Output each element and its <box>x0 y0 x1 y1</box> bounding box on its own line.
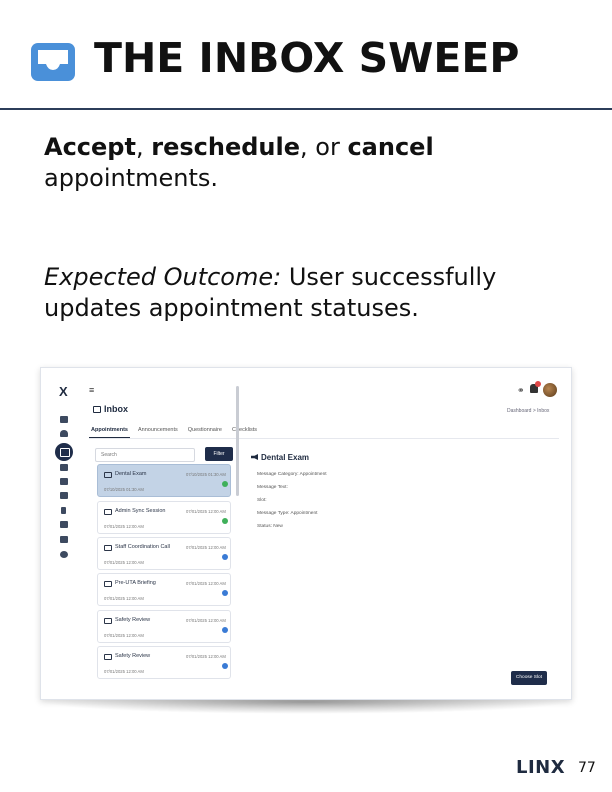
outcome-label: Expected Outcome: <box>44 263 282 291</box>
link-icon[interactable]: ⚭ <box>517 385 525 396</box>
expected-outcome: Expected Outcome: User successfully upda… <box>44 262 584 324</box>
hamburger-menu-icon[interactable]: ≡ <box>89 385 94 395</box>
filter-button[interactable]: Filter <box>205 447 233 461</box>
tab-checklists[interactable]: Checklists <box>230 424 259 438</box>
user-icon[interactable] <box>60 430 68 437</box>
status-done-icon <box>222 481 228 487</box>
sidebar-rail: X <box>41 368 87 699</box>
lead-accept: Accept <box>44 133 136 161</box>
inbox-title-label: Inbox <box>104 404 128 414</box>
status-pending-icon <box>222 627 228 633</box>
calendar-icon[interactable] <box>60 492 68 499</box>
inbox-icon <box>104 618 112 624</box>
tab-label: Appointments <box>91 427 128 433</box>
card-date: 07/01/2025 12:00 AM <box>186 545 226 550</box>
inbox-icon <box>104 581 112 587</box>
card-title: Safety Review <box>115 617 151 623</box>
tab-label: Questionnaire <box>187 427 222 433</box>
list-item[interactable]: Pre-UTA Briefing 07/01/2025 12:00 AM 07/… <box>97 573 231 606</box>
inbox-icon <box>104 472 112 478</box>
app-screenshot: X ≡ ⚭ Inbox Dashboard > Inbox Appointmen… <box>40 367 572 700</box>
lead-cancel: cancel <box>347 133 434 161</box>
list-item[interactable]: Staff Coordination Call 07/01/2025 12:00… <box>97 537 231 570</box>
inbox-tray-icon <box>31 43 75 81</box>
lead-sep2: , or <box>300 133 348 161</box>
detail-status: Status: New <box>257 524 283 529</box>
tab-bar: Appointments Announcements Questionnaire… <box>89 424 259 438</box>
lightning-icon[interactable] <box>61 507 66 514</box>
detail-category: Message Category: Appointment <box>257 472 327 477</box>
card-time: 07/01/2025 12:00 AM <box>104 669 144 674</box>
inbox-icon <box>93 406 101 413</box>
inbox-icon <box>104 654 112 660</box>
card-date: 07/01/2025 12:00 AM <box>186 654 226 659</box>
card-time: 07/01/2025 12:00 AM <box>104 524 144 529</box>
brand-logo: LINX <box>516 757 566 778</box>
lead-reschedule: reschedule <box>151 133 300 161</box>
choose-slot-button[interactable]: Choose Slot <box>511 671 547 685</box>
list-item[interactable]: Safety Review 07/01/2025 12:00 AM 07/01/… <box>97 610 231 643</box>
status-pending-icon <box>222 554 228 560</box>
card-title: Dental Exam <box>115 471 147 477</box>
status-done-icon <box>222 518 228 524</box>
grid-icon[interactable] <box>60 416 68 423</box>
inbox-title: Inbox <box>93 404 128 414</box>
tab-questionnaire[interactable]: Questionnaire <box>186 424 224 438</box>
search-input[interactable]: Search <box>95 448 195 462</box>
breadcrumb[interactable]: Dashboard > Inbox <box>507 408 549 414</box>
card-time: 07/01/2025 12:00 AM <box>104 596 144 601</box>
header-divider <box>0 108 612 110</box>
list-item[interactable]: Admin Sync Session 07/01/2025 12:00 AM 0… <box>97 501 231 534</box>
status-pending-icon <box>222 590 228 596</box>
app-logo: X <box>59 384 68 399</box>
bar-chart-icon[interactable] <box>60 464 68 471</box>
card-time: 07/01/2025 12:00 AM <box>104 633 144 638</box>
card-time: 07/01/2025 12:00 AM <box>104 560 144 565</box>
card-time: 07/10/2025 01:30 AM <box>104 487 144 492</box>
avatar[interactable] <box>543 383 557 397</box>
tab-label: Announcements <box>137 427 178 433</box>
card-title: Pre-UTA Briefing <box>115 580 156 586</box>
card-title: Safety Review <box>115 653 151 659</box>
card-title: Admin Sync Session <box>115 508 166 514</box>
card-title: Staff Coordination Call <box>115 544 170 550</box>
detail-title-label: Dental Exam <box>261 453 310 462</box>
detail-title: Dental Exam <box>251 453 309 462</box>
page-title: THE INBOX SWEEP <box>94 34 520 82</box>
inbox-icon <box>104 509 112 515</box>
detail-message-text: Message Text: <box>257 485 288 490</box>
notification-badge <box>535 381 541 387</box>
lead-sep1: , <box>135 133 152 161</box>
list-item[interactable]: Dental Exam 07/10/2025 01:30 AM 07/10/20… <box>97 464 231 497</box>
card-date: 07/10/2025 01:30 AM <box>186 472 226 477</box>
document-icon[interactable] <box>60 521 68 528</box>
page-header: THE INBOX SWEEP <box>0 0 612 110</box>
card-date: 07/01/2025 12:00 AM <box>186 509 226 514</box>
card-date: 07/01/2025 12:00 AM <box>186 618 226 623</box>
megaphone-icon <box>251 454 258 460</box>
lock-icon[interactable] <box>60 536 68 543</box>
list-item[interactable]: Safety Review 07/01/2025 12:00 AM 07/01/… <box>97 646 231 679</box>
tab-appointments[interactable]: Appointments <box>89 424 130 438</box>
tabs-divider <box>89 438 559 439</box>
inbox-nav-icon[interactable] <box>55 443 73 461</box>
card-date: 07/01/2025 12:00 AM <box>186 581 226 586</box>
page-number: 77 <box>578 760 596 776</box>
gear-icon[interactable] <box>60 551 68 558</box>
detail-message-type: Message Type: Appointment <box>257 511 318 516</box>
inbox-icon <box>104 545 112 551</box>
lead-rest: appointments. <box>44 164 219 192</box>
chat-icon[interactable] <box>60 478 68 485</box>
status-pending-icon <box>222 663 228 669</box>
list-scrollbar[interactable] <box>236 386 239 496</box>
tab-announcements[interactable]: Announcements <box>136 424 180 438</box>
detail-slot: Slot: <box>257 498 267 503</box>
lead-text: Accept, reschedule, or cancel appointmen… <box>44 132 584 194</box>
